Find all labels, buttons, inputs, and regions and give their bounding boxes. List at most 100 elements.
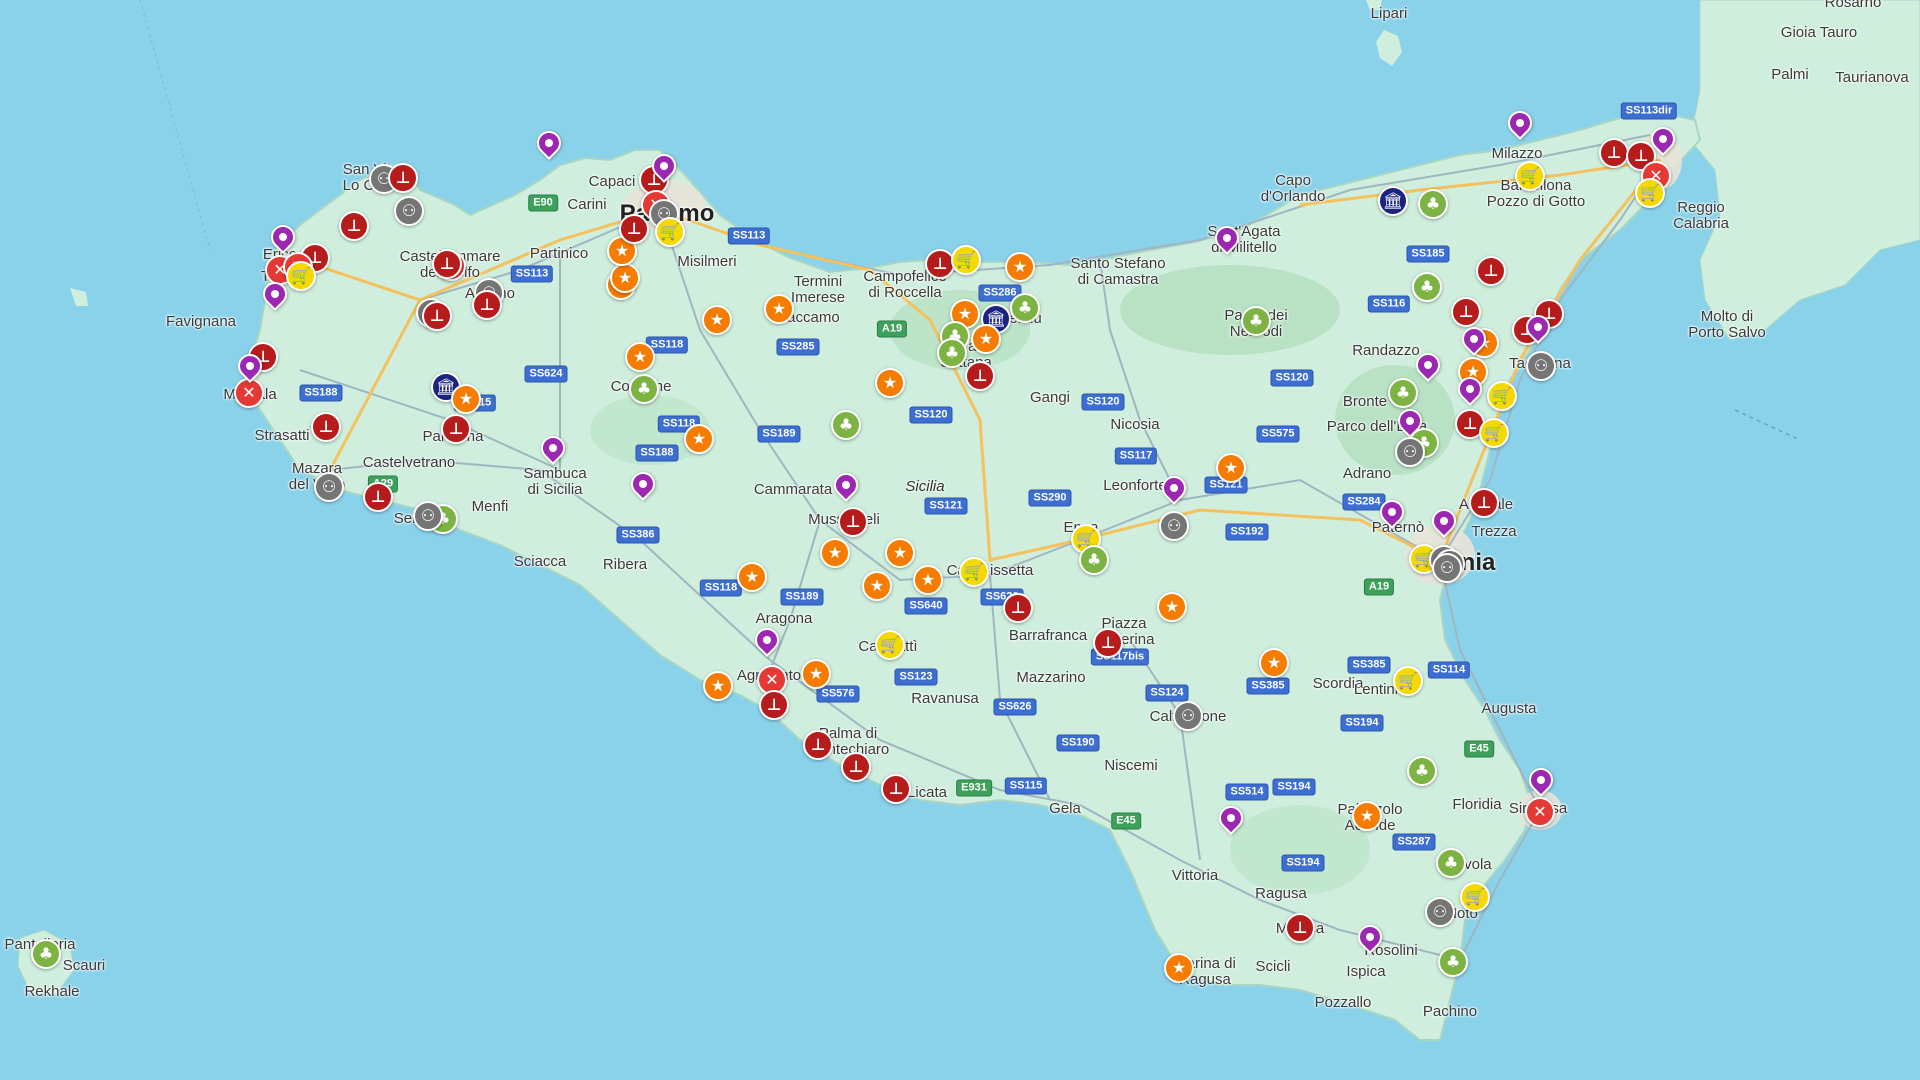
tree-icon-marker[interactable]: ♣ <box>1241 306 1271 336</box>
shopping-cart-icon-marker[interactable]: 🛒 <box>951 245 981 275</box>
star-icon-marker[interactable]: ★ <box>610 263 640 293</box>
star-icon-marker[interactable]: ★ <box>1259 648 1289 678</box>
monument-icon: ⊥ <box>1458 302 1474 321</box>
star-icon-marker[interactable]: ★ <box>885 538 915 568</box>
map-pin-icon <box>1659 135 1667 143</box>
monument-icon-marker[interactable]: ⊥ <box>1003 593 1033 623</box>
monument-icon-marker[interactable]: ⊥ <box>472 290 502 320</box>
people-icon-marker[interactable]: ⚇ <box>1432 553 1462 583</box>
star-icon-marker[interactable]: ★ <box>862 571 892 601</box>
star-icon: ★ <box>978 329 994 348</box>
star-icon-marker[interactable]: ★ <box>625 342 655 372</box>
tree-icon-marker[interactable]: ♣ <box>831 410 861 440</box>
monument-icon-marker[interactable]: ⊥ <box>1599 138 1629 168</box>
people-icon-marker[interactable]: ⚇ <box>1395 437 1425 467</box>
monument-icon-marker[interactable]: ⊥ <box>759 690 789 720</box>
shopping-cart-icon-marker[interactable]: 🛒 <box>1393 666 1423 696</box>
tree-icon-marker[interactable]: ♣ <box>1407 756 1437 786</box>
people-icon-marker[interactable]: ⚇ <box>1173 701 1203 731</box>
road-shield: SS290 <box>1028 489 1072 507</box>
museum-icon: 🏛 <box>1382 191 1404 210</box>
star-icon-marker[interactable]: ★ <box>820 538 850 568</box>
map-pin-icon <box>1440 517 1448 525</box>
shopping-cart-icon-marker[interactable]: 🛒 <box>655 217 685 247</box>
star-icon-marker[interactable]: ★ <box>764 294 794 324</box>
map-pin-icon <box>763 636 771 644</box>
tree-icon-marker[interactable]: ♣ <box>1418 189 1448 219</box>
shopping-cart-icon-marker[interactable]: 🛒 <box>1515 161 1545 191</box>
monument-icon-marker[interactable]: ⊥ <box>1469 488 1499 518</box>
star-icon-marker[interactable]: ★ <box>703 671 733 701</box>
star-icon-marker[interactable]: ★ <box>801 659 831 689</box>
monument-icon-marker[interactable]: ⊥ <box>925 249 955 279</box>
road-shield: SS115 <box>1004 777 1048 795</box>
star-icon-marker[interactable]: ★ <box>737 562 767 592</box>
tree-icon-marker[interactable]: ♣ <box>31 939 61 969</box>
shopping-cart-icon-marker[interactable]: 🛒 <box>875 630 905 660</box>
tree-icon-marker[interactable]: ♣ <box>937 338 967 368</box>
star-icon-marker[interactable]: ★ <box>971 324 1001 354</box>
shopping-cart-icon-marker[interactable]: 🛒 <box>1635 178 1665 208</box>
road-shield: SS575 <box>1256 425 1300 443</box>
restaurant-icon: ✕ <box>242 383 256 402</box>
monument-icon-marker[interactable]: ⊥ <box>311 412 341 442</box>
monument-icon-marker[interactable]: ⊥ <box>838 507 868 537</box>
museum-icon-marker[interactable]: 🏛 <box>1378 186 1408 216</box>
people-icon-marker[interactable]: ⚇ <box>1159 511 1189 541</box>
place-label: Taurianova <box>1835 69 1909 86</box>
people-icon-marker[interactable]: ⚇ <box>314 472 344 502</box>
monument-icon-marker[interactable]: ⊥ <box>841 752 871 782</box>
map-pin-icon <box>1223 234 1231 242</box>
shopping-cart-icon: 🛒 <box>1465 887 1485 906</box>
people-icon-marker[interactable]: ⚇ <box>394 196 424 226</box>
monument-icon-marker[interactable]: ⊥ <box>441 414 471 444</box>
monument-icon-marker[interactable]: ⊥ <box>422 301 452 331</box>
star-icon-marker[interactable]: ★ <box>1164 953 1194 983</box>
map-canvas[interactable]: Lipari Rosarno Gioia Tauro Palmi Taurianova R… <box>0 0 1920 1080</box>
tree-icon-marker[interactable]: ♣ <box>1079 545 1109 575</box>
star-icon: ★ <box>1012 257 1028 276</box>
shopping-cart-icon-marker[interactable]: 🛒 <box>1479 418 1509 448</box>
shopping-cart-icon-marker[interactable]: 🛒 <box>1487 381 1517 411</box>
monument-icon: ⊥ <box>1476 493 1492 512</box>
people-icon-marker[interactable]: ⚇ <box>1425 897 1455 927</box>
star-icon-marker[interactable]: ★ <box>1216 453 1246 483</box>
star-icon-marker[interactable]: ★ <box>684 424 714 454</box>
monument-icon-marker[interactable]: ⊥ <box>363 482 393 512</box>
restaurant-icon-marker[interactable]: ✕ <box>1525 797 1555 827</box>
restaurant-icon: ✕ <box>765 670 779 689</box>
monument-icon-marker[interactable]: ⊥ <box>1476 256 1506 286</box>
people-icon-marker[interactable]: ⚇ <box>1526 351 1556 381</box>
star-icon-marker[interactable]: ★ <box>1157 592 1187 622</box>
shopping-cart-icon-marker[interactable]: 🛒 <box>1460 882 1490 912</box>
monument-icon: ⊥ <box>318 417 334 436</box>
star-icon-marker[interactable]: ★ <box>1352 801 1382 831</box>
monument-icon-marker[interactable]: ⊥ <box>965 361 995 391</box>
place-label: Capo d'Orlando <box>1260 172 1326 205</box>
tree-icon-marker[interactable]: ♣ <box>1010 293 1040 323</box>
place-label: Scauri <box>62 957 106 974</box>
star-icon-marker[interactable]: ★ <box>1005 252 1035 282</box>
shopping-cart-icon-marker[interactable]: 🛒 <box>286 261 316 291</box>
monument-icon-marker[interactable]: ⊥ <box>388 163 418 193</box>
tree-icon-marker[interactable]: ♣ <box>629 374 659 404</box>
monument-icon-marker[interactable]: ⊥ <box>432 249 462 279</box>
star-icon-marker[interactable]: ★ <box>451 384 481 414</box>
tree-icon-marker[interactable]: ♣ <box>1438 947 1468 977</box>
monument-icon-marker[interactable]: ⊥ <box>339 211 369 241</box>
monument-icon-marker[interactable]: ⊥ <box>619 214 649 244</box>
tree-icon-marker[interactable]: ♣ <box>1412 272 1442 302</box>
monument-icon-marker[interactable]: ⊥ <box>1285 913 1315 943</box>
monument-icon-marker[interactable]: ⊥ <box>803 730 833 760</box>
shopping-cart-icon-marker[interactable]: 🛒 <box>959 557 989 587</box>
tree-icon-marker[interactable]: ♣ <box>1436 848 1466 878</box>
monument-icon-marker[interactable]: ⊥ <box>1093 628 1123 658</box>
tree-icon: ♣ <box>636 379 652 398</box>
tree-icon-marker[interactable]: ♣ <box>1388 378 1418 408</box>
star-icon-marker[interactable]: ★ <box>875 368 905 398</box>
monument-icon-marker[interactable]: ⊥ <box>881 774 911 804</box>
people-icon-marker[interactable]: ⚇ <box>413 501 443 531</box>
star-icon-marker[interactable]: ★ <box>913 565 943 595</box>
monument-icon-marker[interactable]: ⊥ <box>1451 297 1481 327</box>
star-icon-marker[interactable]: ★ <box>702 305 732 335</box>
